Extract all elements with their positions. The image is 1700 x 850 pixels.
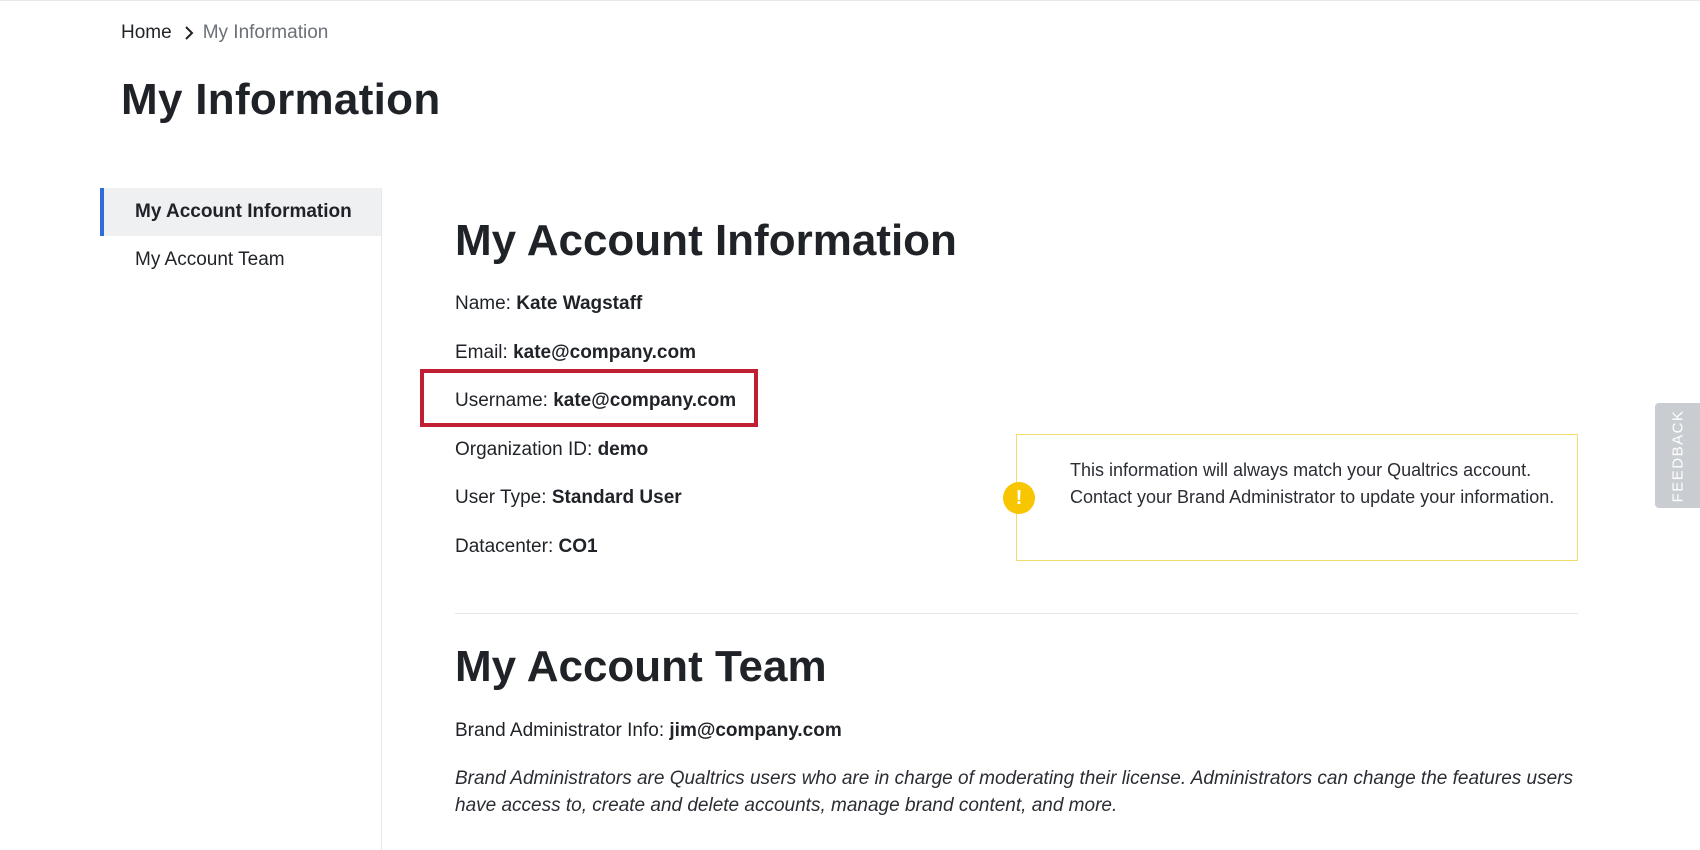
warning-icon: ! <box>1003 482 1035 514</box>
account-info-title: My Account Information <box>455 216 957 265</box>
brand-admin-field: Brand Administrator Info: jim@company.co… <box>455 720 842 742</box>
user-type-field: User Type: Standard User <box>455 487 682 509</box>
user-type-value: Standard User <box>551 487 682 508</box>
organization-id-label: Organization ID: <box>455 439 593 460</box>
sidebar-item-my-account-information[interactable]: My Account Information <box>100 188 382 236</box>
datacenter-label: Datacenter: <box>455 536 554 557</box>
account-team-title: My Account Team <box>455 642 827 691</box>
brand-admin-value: jim@company.com <box>669 720 842 741</box>
breadcrumb-current: My Information <box>202 22 329 43</box>
name-field: Name: Kate Wagstaff <box>455 293 642 315</box>
feedback-button[interactable]: FEEDBACK <box>1655 403 1700 508</box>
page-title: My Information <box>121 75 441 124</box>
notice-text: This information will always match your … <box>1070 460 1555 507</box>
username-highlight-box <box>420 369 758 427</box>
breadcrumb: Home My Information <box>121 22 328 44</box>
breadcrumb-home-link[interactable]: Home <box>121 22 172 44</box>
datacenter-value: CO1 <box>558 536 598 557</box>
brand-admin-label: Brand Administrator Info: <box>455 720 665 741</box>
name-label: Name: <box>455 293 511 314</box>
top-divider <box>0 0 1700 1</box>
page: Home My Information My Information My Ac… <box>0 0 1700 850</box>
name-value: Kate Wagstaff <box>516 293 643 314</box>
sidebar: My Account Information My Account Team <box>100 188 382 284</box>
email-label: Email: <box>455 342 508 363</box>
organization-id-value: demo <box>597 439 649 460</box>
section-divider <box>455 613 1578 614</box>
email-field: Email: kate@company.com <box>455 342 696 364</box>
datacenter-field: Datacenter: CO1 <box>455 536 598 558</box>
chevron-right-icon <box>184 25 194 41</box>
sidebar-item-my-account-team[interactable]: My Account Team <box>100 236 382 284</box>
organization-id-field: Organization ID: demo <box>455 439 648 461</box>
feedback-label: FEEDBACK <box>1669 409 1686 502</box>
email-value: kate@company.com <box>513 342 696 363</box>
info-notice: ! This information will always match you… <box>1003 434 1578 561</box>
sidebar-divider <box>381 188 382 850</box>
brand-admin-description: Brand Administrators are Qualtrics users… <box>455 768 1574 816</box>
user-type-label: User Type: <box>455 487 547 508</box>
